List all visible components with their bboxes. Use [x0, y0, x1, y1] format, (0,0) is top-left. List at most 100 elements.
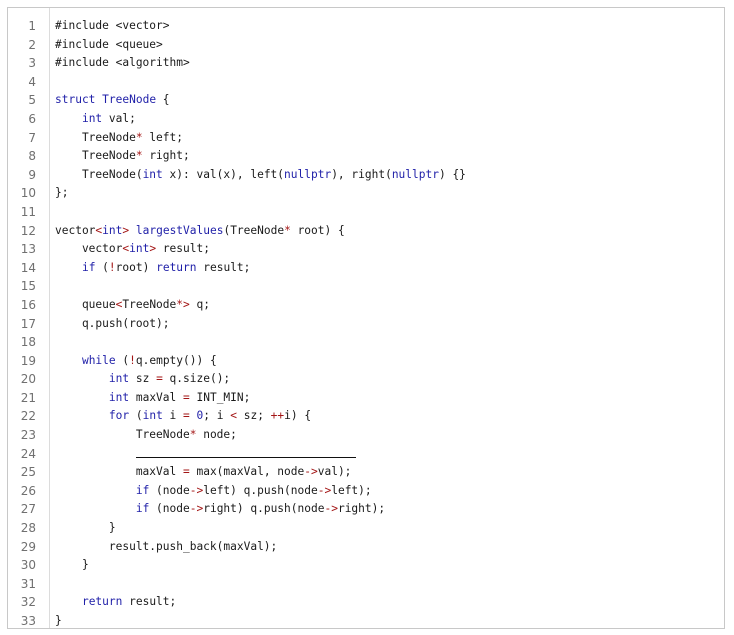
line-number: 10 [20, 186, 36, 201]
code-line: 22 for (int i = 0; i < sz; ++i) { [8, 407, 724, 426]
code-text: } [55, 556, 89, 575]
line-number: 9 [28, 167, 36, 182]
code-line: 2 #include <queue> [8, 36, 724, 55]
code-token: * [284, 223, 291, 237]
code-token: int [108, 390, 130, 404]
code-token: TreeNode [55, 428, 190, 442]
code-line: 13 vector<int> result; [8, 240, 724, 259]
code-token: if [135, 483, 150, 497]
code-panel: 1 #include <vector> 2 #include <queue> 3 #inc… [7, 7, 725, 629]
line-number: 23 [20, 428, 36, 443]
code-text: TreeNode* left; [55, 129, 183, 148]
code-token: left); [331, 483, 372, 497]
code-line: 4 [8, 73, 724, 92]
code-token: int [142, 167, 163, 181]
code-token: result; [122, 595, 177, 609]
code-text: } [55, 612, 62, 631]
code-token: q.push(root); [55, 316, 170, 330]
code-text: TreeNode(int x): val(x), left(nullptr), … [55, 166, 466, 185]
code-token: i [162, 409, 184, 423]
code-line: 32 return result; [8, 593, 724, 612]
line-number: 8 [28, 149, 36, 164]
code-text: TreeNode* right; [55, 147, 190, 166]
code-token: } [55, 521, 116, 535]
code-token: * [135, 149, 143, 163]
code-token: (node [149, 483, 190, 497]
code-token: ( [95, 260, 109, 274]
code-token: = [183, 390, 190, 404]
line-number: 31 [20, 576, 36, 591]
code-text [55, 445, 356, 464]
code-text: q.push(root); [55, 315, 170, 334]
code-line: 15 [8, 277, 724, 296]
line-number: 30 [20, 558, 36, 573]
code-token: right); [337, 502, 386, 516]
line-number: 32 [20, 595, 36, 610]
code-token: ! [129, 353, 136, 367]
code-text: return result; [55, 593, 176, 612]
code-token: int [108, 372, 130, 386]
code-token: right) q.push(node [203, 502, 325, 516]
code-token: }; [55, 186, 69, 200]
code-token: TreeNode [122, 297, 177, 311]
code-token: (node [149, 502, 190, 516]
code-token: TreeNode [102, 93, 157, 107]
code-token: result.push_back(maxVal); [55, 539, 278, 553]
code-text: #include <queue> [55, 36, 163, 55]
code-line: 7 TreeNode* left; [8, 129, 724, 148]
code-token: int [81, 111, 103, 125]
code-text: vector<int> result; [55, 240, 210, 259]
code-token: nullptr [391, 167, 439, 181]
line-number: 4 [28, 74, 36, 89]
code-token: q.size(); [162, 372, 231, 386]
code-token: queue [55, 297, 116, 311]
line-number: 33 [20, 614, 36, 628]
code-token: max(maxVal, node [189, 465, 305, 479]
line-number: 15 [20, 279, 36, 294]
code-token: maxVal [129, 390, 183, 404]
code-token: node; [196, 428, 237, 442]
code-token: #include <algorithm> [55, 56, 190, 70]
code-line: 21 int maxVal = INT_MIN; [8, 389, 724, 408]
code-text: for (int i = 0; i < sz; ++i) { [55, 407, 311, 426]
code-text: result.push_back(maxVal); [55, 538, 277, 557]
code-token: ; i [203, 409, 231, 423]
line-number: 14 [20, 260, 36, 275]
line-number: 29 [20, 539, 36, 554]
code-line: 9 TreeNode(int x): val(x), left(nullptr)… [8, 166, 724, 185]
code-token: vector [55, 223, 96, 237]
code-token: -> [324, 502, 338, 516]
code-line: 8 TreeNode* right; [8, 147, 724, 166]
code-listing: 1 #include <vector> 2 #include <queue> 3 #inc… [8, 17, 724, 631]
code-line: 10}; [8, 184, 724, 203]
fill-in-blank[interactable] [135, 456, 356, 458]
line-number: 25 [20, 465, 36, 480]
code-token: while [81, 353, 116, 367]
line-number: 2 [28, 37, 36, 52]
code-text: TreeNode* node; [55, 426, 237, 445]
code-token: root) { [290, 223, 345, 237]
code-token: sz [129, 372, 157, 386]
code-text: #include <algorithm> [55, 54, 190, 73]
code-token: -> [304, 465, 318, 479]
code-line: 16 queue<TreeNode*> q; [8, 296, 724, 315]
code-token: result; [156, 242, 210, 256]
code-token: right; [142, 149, 190, 163]
code-token: ! [108, 260, 116, 274]
line-number: 17 [20, 316, 36, 331]
code-line: 20 int sz = q.size(); [8, 370, 724, 389]
code-text: maxVal = max(maxVal, node->val); [55, 463, 352, 482]
code-line: 6 int val; [8, 110, 724, 129]
line-number: 18 [20, 335, 36, 350]
line-number: 6 [28, 111, 36, 126]
code-line: 29 result.push_back(maxVal); [8, 538, 724, 557]
code-token: INT_MIN; [189, 390, 251, 404]
code-line: 30 } [8, 556, 724, 575]
code-text: if (!root) return result; [55, 259, 250, 278]
